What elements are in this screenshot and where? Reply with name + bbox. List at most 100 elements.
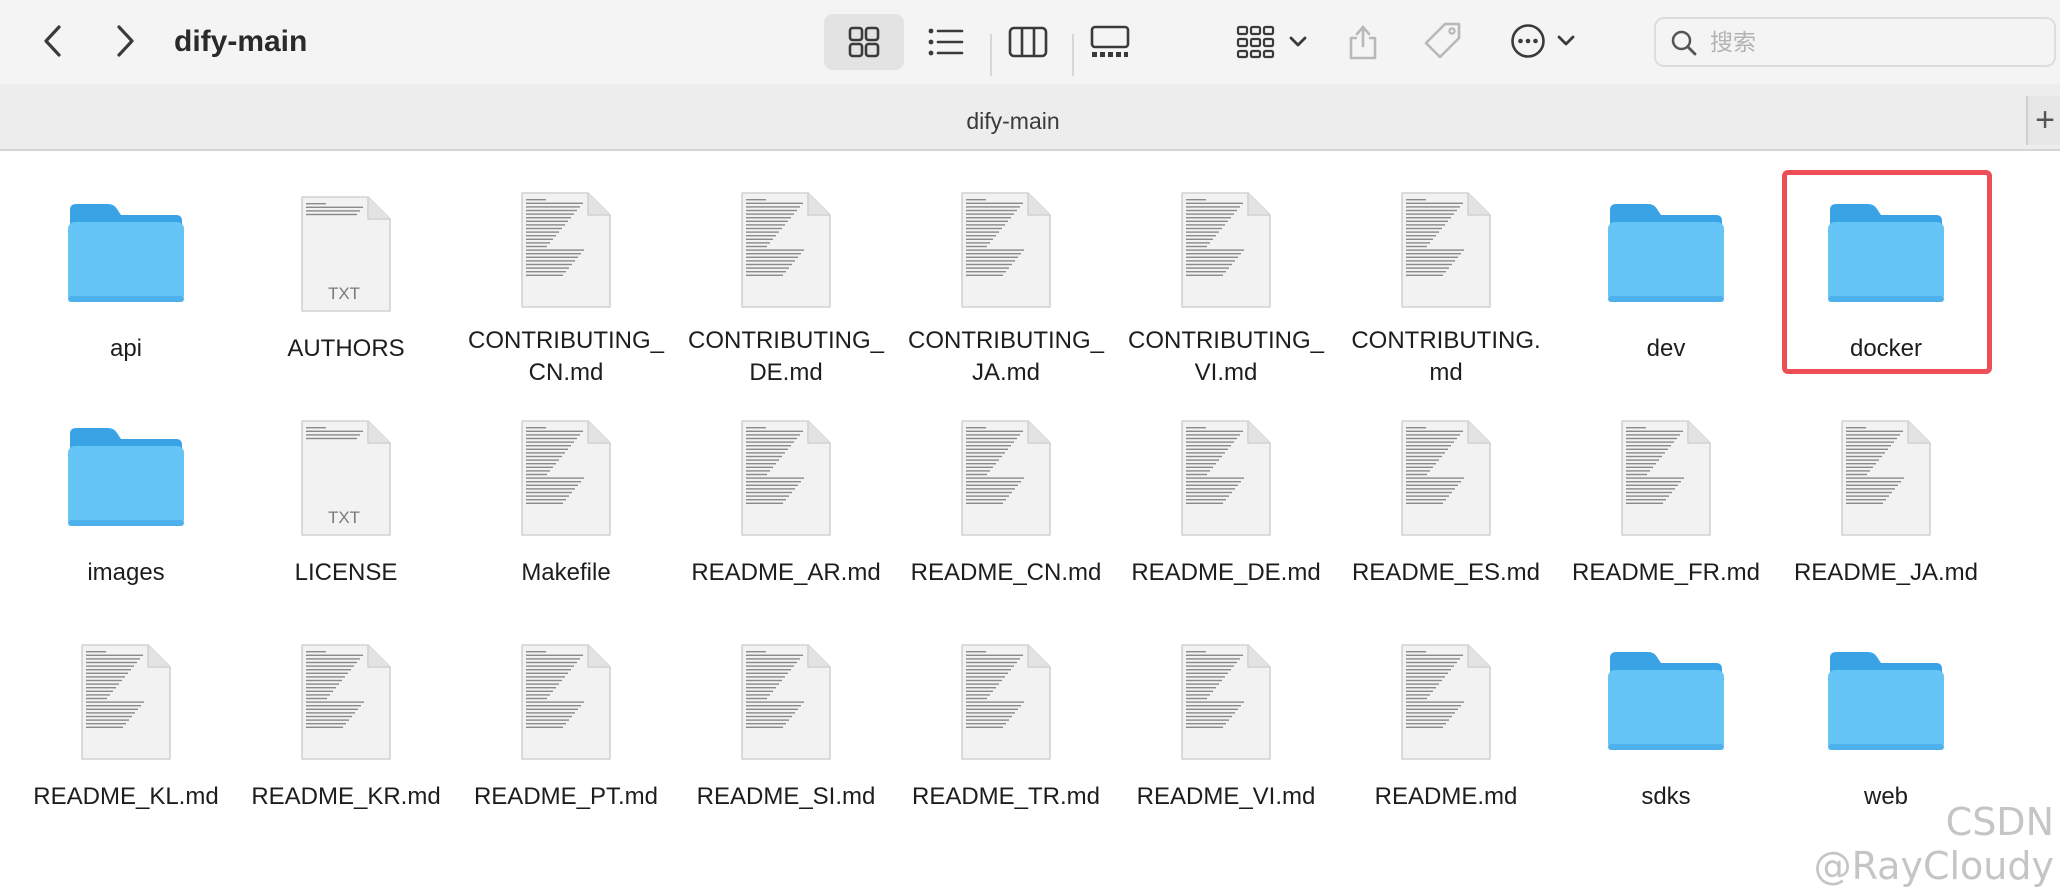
search-input[interactable] — [1708, 25, 2042, 61]
item-label: docker — [1849, 335, 1923, 362]
file-item[interactable]: README_DE.md — [1121, 387, 1331, 597]
file-item[interactable]: README_TR.md — [901, 611, 1111, 821]
document-icon — [81, 644, 171, 760]
new-tab-button[interactable]: + — [2026, 96, 2060, 145]
document-icon — [1181, 192, 1271, 308]
folder-item[interactable]: dev — [1561, 163, 1771, 373]
item-label: Makefile — [521, 559, 611, 586]
item-thumbnail — [491, 189, 641, 311]
item-thumbnail — [271, 637, 421, 767]
folder-icon — [68, 428, 184, 526]
chevron-left-icon — [44, 25, 61, 57]
item-label: README.md — [1374, 783, 1518, 810]
file-item[interactable]: CONTRIBUTING_ DE.md — [681, 163, 891, 386]
file-item[interactable]: CONTRIBUTING_ VI.md — [1121, 163, 1331, 386]
tab-bar: dify-main + — [0, 84, 2060, 151]
chevron-down-icon — [1289, 36, 1307, 47]
ellipsis-circle-icon — [1511, 24, 1545, 58]
document-icon: TXT — [301, 196, 391, 312]
folder-item[interactable]: sdks — [1561, 611, 1771, 821]
item-label: CONTRIBUTING. md — [1351, 327, 1541, 386]
svg-text:TXT: TXT — [328, 284, 360, 303]
file-item[interactable]: README_FR.md — [1561, 387, 1771, 597]
gallery-view-button[interactable] — [1070, 14, 1150, 70]
item-thumbnail — [1811, 189, 1961, 319]
item-thumbnail — [931, 637, 1081, 767]
folder-icon — [1828, 652, 1944, 750]
item-label: CONTRIBUTING_ DE.md — [687, 327, 884, 386]
list-view-button[interactable] — [906, 14, 986, 70]
item-label: README_PT.md — [473, 783, 659, 810]
column-view-icon — [1008, 26, 1048, 58]
search-icon — [1671, 30, 1697, 56]
file-item[interactable]: README_CN.md — [901, 387, 1111, 597]
watermark: CSDN @RayCloudy — [1813, 800, 2054, 888]
item-label: dev — [1646, 335, 1686, 362]
item-thumbnail — [1811, 637, 1961, 767]
item-thumbnail — [711, 189, 861, 311]
forward-button[interactable] — [100, 16, 150, 66]
group-by-button[interactable] — [1226, 18, 1318, 66]
file-item[interactable]: README_KL.md — [21, 611, 231, 821]
file-item[interactable]: README_VI.md — [1121, 611, 1331, 821]
back-button[interactable] — [28, 16, 78, 66]
chevron-down-icon — [1557, 35, 1575, 46]
svg-text:TXT: TXT — [328, 508, 360, 527]
document-icon — [1401, 644, 1491, 760]
item-thumbnail — [1591, 189, 1741, 319]
item-thumbnail — [1151, 189, 1301, 311]
item-label: api — [109, 335, 143, 362]
gallery-view-icon — [1090, 25, 1130, 57]
file-item[interactable]: CONTRIBUTING_ CN.md — [461, 163, 671, 386]
tag-button[interactable] — [1418, 16, 1468, 66]
item-label: CONTRIBUTING_ VI.md — [1127, 327, 1324, 386]
document-icon — [1841, 420, 1931, 536]
file-item[interactable]: CONTRIBUTING_ JA.md — [901, 163, 1111, 386]
file-item[interactable]: TXT AUTHORS — [241, 163, 451, 373]
search-field[interactable] — [1654, 17, 2056, 67]
column-view-button[interactable] — [988, 14, 1068, 70]
file-item[interactable]: README_PT.md — [461, 611, 671, 821]
folder-item[interactable]: docker — [1781, 163, 1991, 373]
document-icon — [1621, 420, 1711, 536]
group-by-icon — [1236, 25, 1275, 59]
file-item[interactable]: TXT LICENSE — [241, 387, 451, 597]
item-thumbnail: TXT — [271, 189, 421, 319]
document-icon — [1401, 420, 1491, 536]
tab-dify-main[interactable]: dify-main — [0, 84, 2026, 151]
window-title: dify-main — [174, 25, 308, 58]
folder-item[interactable]: images — [21, 387, 231, 597]
item-thumbnail — [931, 189, 1081, 311]
file-item[interactable]: README.md — [1341, 611, 1551, 821]
item-thumbnail — [51, 637, 201, 767]
item-thumbnail — [1371, 189, 1521, 311]
item-label: README_VI.md — [1136, 783, 1316, 810]
icon-view-button[interactable] — [824, 14, 904, 70]
item-label: AUTHORS — [287, 335, 405, 362]
item-label: README_CN.md — [910, 559, 1102, 586]
item-thumbnail — [1371, 413, 1521, 543]
item-label: README_AR.md — [691, 559, 881, 586]
file-item[interactable]: README_SI.md — [681, 611, 891, 821]
file-item[interactable]: Makefile — [461, 387, 671, 597]
document-icon — [741, 644, 831, 760]
file-item[interactable]: README_ES.md — [1341, 387, 1551, 597]
folder-icon — [1828, 204, 1944, 302]
item-thumbnail — [1591, 413, 1741, 543]
item-thumbnail — [931, 413, 1081, 543]
tag-icon — [1424, 22, 1461, 59]
item-thumbnail — [51, 413, 201, 543]
share-button[interactable] — [1338, 16, 1388, 66]
item-thumbnail — [491, 637, 641, 767]
document-icon — [961, 644, 1051, 760]
file-item[interactable]: README_JA.md — [1781, 387, 1991, 597]
file-item[interactable]: README_AR.md — [681, 387, 891, 597]
folder-item[interactable]: api — [21, 163, 231, 373]
document-icon — [1181, 420, 1271, 536]
folder-item[interactable]: web — [1781, 611, 1991, 821]
more-actions-button[interactable] — [1504, 16, 1582, 66]
item-label: README_ES.md — [1351, 559, 1541, 586]
file-item[interactable]: README_KR.md — [241, 611, 451, 821]
file-item[interactable]: CONTRIBUTING. md — [1341, 163, 1551, 386]
document-icon — [961, 192, 1051, 308]
